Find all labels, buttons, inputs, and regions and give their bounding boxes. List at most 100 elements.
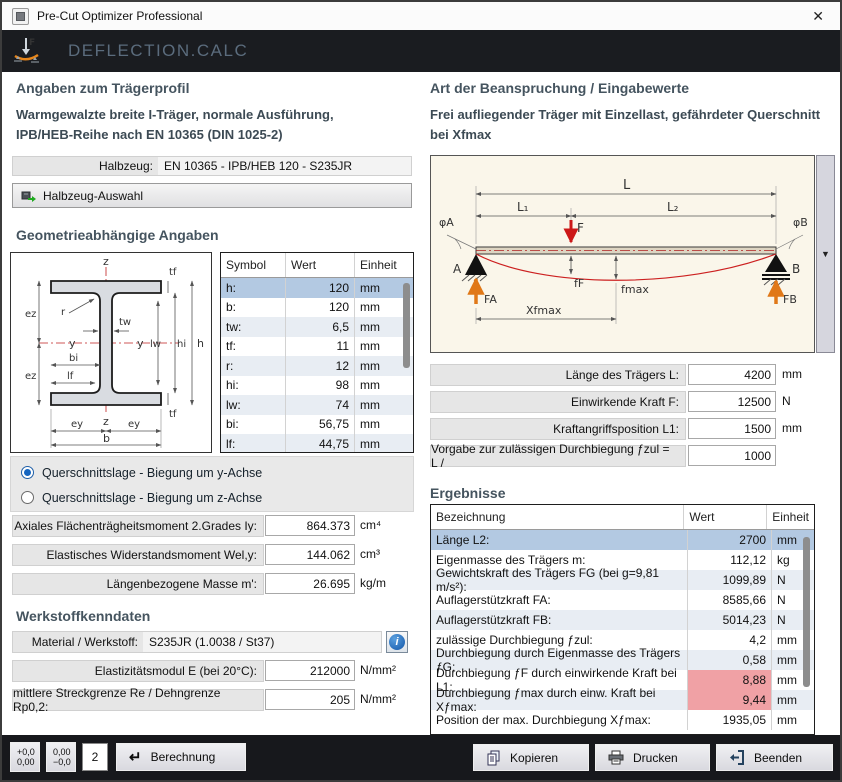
app-window: Pre-Cut Optimizer Professional ✕ F DEFLE… — [0, 0, 842, 782]
geometry-wert-cell: 11 — [286, 337, 355, 357]
beam-label-L1: L₁ — [517, 200, 529, 214]
load-description-line2: bei Xfmax — [430, 125, 820, 145]
table-row[interactable]: Gewichtskraft des Trägers FG (bei g=9,81… — [431, 570, 814, 590]
iy-moment-row: Axiales Flächenträgheitsmoment 2.Grades … — [12, 515, 412, 537]
geometry-wert-cell: 44,75 — [286, 434, 355, 453]
geometry-symbol-cell: lf: — [221, 434, 286, 453]
beam-label-L2: L₂ — [667, 200, 679, 214]
emodulus-row: Elastizitätsmodul E (bei 20°C): N/mm² — [12, 660, 412, 682]
ibeam-diagram-panel: z z y y h hi lw tf tf tw r ez ez bi lf e… — [10, 252, 212, 453]
radio-y-label: Querschnittslage - Biegung um y-Achse — [42, 466, 262, 480]
remove-decimal-button[interactable]: 0,00 −0,0 — [46, 742, 76, 772]
load-description-line1: Frei aufliegender Träger mit Einzellast,… — [430, 105, 820, 125]
table-row[interactable]: r: 12 mm — [221, 356, 413, 376]
ibeam-label-ey-right: ey — [128, 419, 140, 430]
add-decimal-button[interactable]: +0,0 0,00 — [10, 742, 40, 772]
geometry-symbol-cell: h: — [221, 278, 286, 298]
material-info-button[interactable]: i — [386, 631, 408, 653]
length-l-unit: mm — [782, 367, 802, 381]
exit-label: Beenden — [754, 751, 802, 765]
force-f-unit: N — [782, 394, 791, 408]
material-value: S235JR (1.0038 / St37) — [143, 632, 381, 652]
beam-diagram-panel: L L₁ L₂ F A — [430, 155, 815, 353]
close-button[interactable]: ✕ — [806, 6, 830, 27]
beam-label-L: L — [623, 178, 631, 193]
beam-label-fmax: fmax — [621, 283, 649, 296]
result-value-cell: 0,58 — [688, 650, 772, 670]
geometry-einheit-cell: mm — [355, 395, 413, 415]
bottom-toolbar: +0,0 0,00 0,00 −0,0 ↵ Berechnung Kopiere… — [2, 735, 840, 780]
beam-load-diagram: L L₁ L₂ F A — [431, 156, 814, 352]
mass-input[interactable] — [265, 573, 355, 594]
exit-icon — [729, 750, 745, 765]
radio-option-z-axis[interactable]: Querschnittslage - Biegung um z-Achse — [11, 485, 413, 510]
length-l-input[interactable] — [688, 364, 776, 385]
exit-button[interactable]: Beenden — [716, 744, 833, 771]
wel-input[interactable] — [265, 544, 355, 565]
result-unit-cell: mm — [772, 690, 814, 710]
results-section-title: Ergebnisse — [430, 485, 505, 501]
copy-label: Kopieren — [510, 751, 558, 765]
result-value-cell: 1099,89 — [688, 570, 772, 590]
calculate-button[interactable]: ↵ Berechnung — [116, 743, 246, 771]
table-row[interactable]: Länge L2: 2700 mm — [431, 530, 814, 550]
deflection-logo-icon: F — [12, 35, 54, 67]
table-row[interactable]: Auflagerstützkraft FB: 5014,23 N — [431, 610, 814, 630]
geometry-col-wert: Wert — [286, 253, 355, 277]
fzul-divisor-row: Vorgabe zur zulässigen Durchbiegung ƒzul… — [430, 445, 835, 467]
table-row[interactable]: h: 120 mm — [221, 278, 413, 298]
result-value-cell-warning: 8,88 — [688, 670, 772, 690]
profile-description-line1: Warmgewalzte breite I-Träger, normale Au… — [16, 105, 334, 125]
table-row[interactable]: tw: 6,5 mm — [221, 317, 413, 337]
table-row[interactable]: lw: 74 mm — [221, 395, 413, 415]
table-row[interactable]: Durchbiegung ƒmax durch einw. Kraft bei … — [431, 690, 814, 710]
emodulus-input[interactable] — [265, 660, 355, 681]
ibeam-label-b: b — [103, 432, 110, 445]
ibeam-label-tw: tw — [119, 317, 131, 328]
beam-label-FA: FA — [484, 293, 497, 306]
halbzeug-auswahl-button[interactable]: Halbzeug-Auswahl — [12, 183, 412, 208]
position-l1-label: Kraftangriffsposition L1: — [430, 418, 686, 440]
results-table-scrollbar[interactable] — [803, 537, 810, 687]
ibeam-label-r: r — [61, 307, 66, 318]
position-l1-input[interactable] — [688, 418, 776, 439]
table-row[interactable]: lf: 44,75 mm — [221, 434, 413, 453]
fzul-divisor-input[interactable] — [688, 445, 776, 466]
beam-label-B: B — [792, 262, 800, 276]
geometry-table-header: Symbol Wert Einheit — [221, 253, 413, 278]
position-l1-unit: mm — [782, 421, 802, 435]
yield-input[interactable] — [265, 689, 355, 710]
diagram-selector-dropdown[interactable]: ▼ — [816, 155, 835, 353]
titlebar: Pre-Cut Optimizer Professional ✕ — [2, 2, 840, 30]
force-f-input[interactable] — [688, 391, 776, 412]
ibeam-label-y-right: y — [137, 337, 144, 350]
table-row[interactable]: b: 120 mm — [221, 298, 413, 318]
radio-selected-icon — [21, 466, 34, 479]
table-row[interactable]: Auflagerstützkraft FA: 8585,66 N — [431, 590, 814, 610]
table-row[interactable]: tf: 11 mm — [221, 337, 413, 357]
result-label-cell: Durchbiegung ƒmax durch einw. Kraft bei … — [431, 690, 688, 710]
geometry-wert-cell: 6,5 — [286, 317, 355, 337]
enter-key-icon: ↵ — [129, 748, 142, 766]
geometry-table-scrollbar[interactable] — [403, 283, 410, 368]
radio-option-y-axis[interactable]: Querschnittslage - Biegung um y-Achse — [11, 460, 413, 485]
print-button[interactable]: Drucken — [595, 744, 710, 771]
iy-moment-input[interactable] — [265, 515, 355, 536]
geometry-wert-cell: 56,75 — [286, 415, 355, 435]
results-table-header: Bezeichnung Wert Einheit — [431, 505, 814, 530]
ibeam-label-lw: lw — [150, 339, 161, 350]
decimal-places-field[interactable] — [82, 743, 108, 771]
wel-unit: cm³ — [360, 547, 380, 561]
halbzeug-auswahl-label: Halbzeug-Auswahl — [43, 189, 143, 203]
wel-row: Elastisches Widerstandsmoment Wel,y: cm³ — [12, 544, 412, 566]
geometry-wert-cell: 120 — [286, 298, 355, 318]
ibeam-cross-section-diagram: z z y y h hi lw tf tf tw r ez ez bi lf e… — [11, 253, 211, 452]
mass-row: Längenbezogene Masse m': kg/m — [12, 573, 412, 595]
mass-label: Längenbezogene Masse m': — [12, 573, 264, 595]
force-f-row: Einwirkende Kraft F: N — [430, 391, 835, 413]
emodulus-label: Elastizitätsmodul E (bei 20°C): — [12, 660, 264, 682]
table-row[interactable]: bi: 56,75 mm — [221, 415, 413, 435]
table-row[interactable]: Position der max. Durchbiegung Xƒmax: 19… — [431, 710, 814, 730]
table-row[interactable]: hi: 98 mm — [221, 376, 413, 396]
copy-button[interactable]: Kopieren — [473, 744, 589, 771]
